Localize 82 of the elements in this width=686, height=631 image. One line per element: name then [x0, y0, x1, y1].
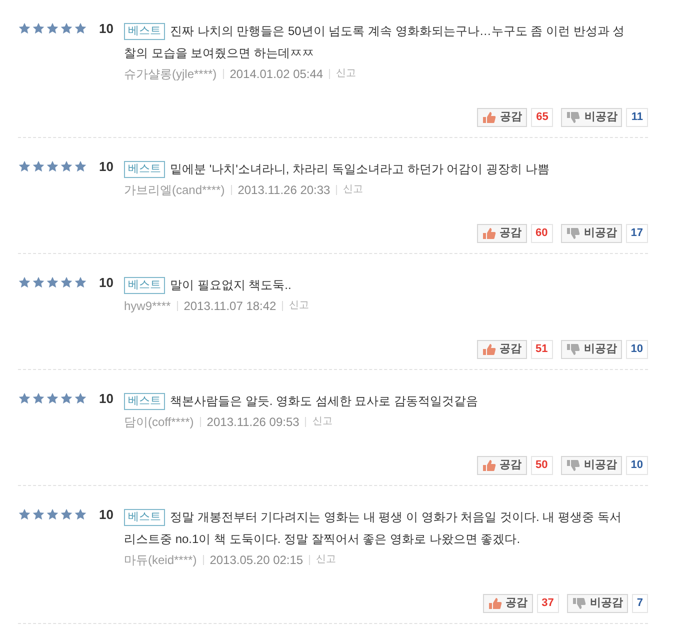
best-badge: 베스트: [124, 22, 165, 40]
review-date: 2013.05.20 02:15: [210, 552, 304, 568]
thumbs-up-icon: [482, 227, 496, 240]
star-icon: [46, 22, 59, 35]
star-icon: [18, 276, 31, 289]
star-icon: [60, 508, 73, 521]
review-date: 2013.11.26 09:53: [206, 414, 300, 430]
review-text: 리스트중 no.1이 책 도둑이다. 정말 잘찍어서 좋은 영화로 나왔으면 좋겠다.: [124, 531, 520, 548]
dislike-button[interactable]: 비공감: [560, 456, 622, 475]
star-icon: [32, 22, 45, 35]
star-icon: [46, 160, 59, 173]
review-date: 2013.11.07 18:42: [184, 298, 276, 314]
star-icon: [60, 22, 73, 35]
star-icon: [32, 160, 45, 173]
star-icon: [60, 160, 73, 173]
thumbs-up-icon: [488, 597, 502, 610]
dislike-count: 10: [626, 340, 648, 359]
review-text: 밑에분 '나치'소녀라니, 차라리 독일소녀라고 하던가 어감이 굉장히 나쁨: [170, 161, 550, 178]
star-icon: [32, 392, 45, 405]
dislike-button[interactable]: 비공감: [566, 594, 628, 613]
dislike-count: 10: [626, 456, 648, 475]
star-icon: [18, 508, 31, 521]
rating-score: 10: [99, 276, 114, 290]
star-icon: [74, 160, 87, 173]
review-date: 2014.01.02 05:44: [230, 66, 324, 82]
thumbs-down-icon: [566, 459, 580, 472]
dislike-button[interactable]: 비공감: [561, 108, 622, 127]
review-text: 말이 필요없지 책도둑..: [170, 277, 292, 294]
like-count: 50: [530, 456, 553, 475]
star-icon: [32, 508, 45, 521]
best-badge: 베스트: [124, 160, 165, 178]
best-badge: 베스트: [124, 276, 165, 294]
author-name: 슈가샬롱(yjle****): [124, 66, 217, 82]
thumbs-down-icon: [566, 343, 580, 356]
author-name: 담이(coff****): [124, 414, 194, 430]
dislike-count: 11: [626, 108, 648, 127]
thumbs-down-icon: [566, 227, 580, 240]
like-count: 37: [536, 594, 559, 613]
star-icon: [18, 392, 31, 405]
rating-score: 10: [99, 22, 114, 36]
dislike-count: 17: [626, 224, 648, 243]
like-button[interactable]: 공감: [476, 456, 526, 475]
best-badge: 베스트: [124, 392, 165, 410]
author-name: 마듀(keid****): [124, 552, 197, 568]
review-text: 책본사람들은 알듯. 영화도 섬세한 묘사로 감동적일것같음: [170, 393, 478, 410]
author-name: 가브리엘(cand****): [124, 182, 225, 198]
dislike-button[interactable]: 비공감: [560, 224, 622, 243]
dislike-count: 7: [632, 594, 648, 613]
star-icon: [18, 160, 31, 173]
thumbs-up-icon: [482, 459, 496, 472]
star-icon: [18, 22, 31, 35]
author-name: hyw9****: [124, 298, 171, 314]
best-badge: 베스트: [124, 508, 165, 526]
thumbs-down-icon: [572, 597, 586, 610]
star-icon: [74, 508, 87, 521]
star-icon: [74, 392, 87, 405]
review-text: 정말 개봉전부터 기다려지는 영화는 내 평생 이 영화가 처음일 것이다. 내 평생중 독서: [170, 509, 622, 526]
thumbs-up-icon: [482, 343, 496, 356]
star-icon: [46, 392, 59, 405]
like-button[interactable]: 공감: [482, 594, 533, 613]
like-count: 60: [530, 224, 553, 243]
star-icon: [74, 276, 87, 289]
dislike-button[interactable]: 비공감: [560, 340, 622, 359]
thumbs-down-icon: [566, 111, 580, 124]
star-icon: [32, 276, 45, 289]
like-button[interactable]: 공감: [476, 224, 526, 243]
rating-score: 10: [99, 160, 114, 174]
rating-score: 10: [99, 508, 114, 522]
like-button[interactable]: 공감: [476, 340, 526, 359]
like-count: 65: [531, 108, 554, 127]
star-icon: [46, 276, 59, 289]
review-text: 찰의 모습을 보여줬으면 하는데ㅉㅉ: [124, 45, 314, 62]
review-date: 2013.11.26 20:33: [238, 182, 330, 198]
star-icon: [60, 392, 73, 405]
like-count: 51: [530, 340, 553, 359]
star-icon: [74, 22, 87, 35]
like-button[interactable]: 공감: [477, 108, 528, 127]
thumbs-up-icon: [482, 111, 496, 124]
review-text: 진짜 나치의 만행들은 50년이 넘도록 계속 영화화되는구나…누구도 좀 이런 반성과 성: [170, 23, 625, 40]
star-icon: [46, 508, 59, 521]
rating-score: 10: [99, 392, 114, 406]
star-icon: [60, 276, 73, 289]
